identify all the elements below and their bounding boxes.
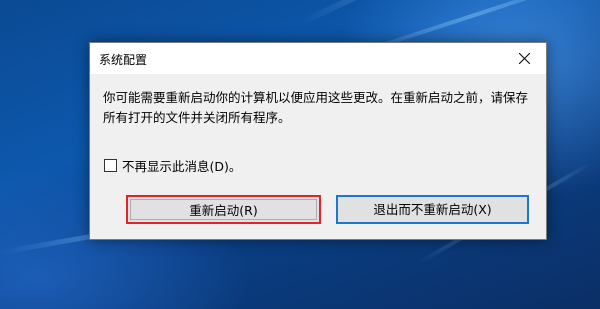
dont-show-again-option[interactable]: 不再显示此消息(D)。 [104, 156, 241, 174]
close-button[interactable] [502, 43, 546, 74]
dont-show-again-label[interactable]: 不再显示此消息(D)。 [122, 156, 241, 175]
dialog-titlebar[interactable]: 系统配置 [90, 43, 546, 74]
dialog-title: 系统配置 [99, 53, 148, 67]
system-config-dialog: 系统配置 你可能需要重新启动你的计算机以便应用这些更改。在重新启动之前，请保存所… [89, 42, 547, 240]
dialog-message: 你可能需要重新启动你的计算机以便应用这些更改。在重新启动之前，请保存所有打开的文… [103, 90, 529, 125]
restart-button[interactable]: 重新启动(R) [126, 195, 321, 224]
dont-show-again-checkbox[interactable] [104, 158, 117, 172]
restart-button-label[interactable]: 重新启动(R) [130, 199, 317, 220]
exit-without-restart-button[interactable]: 退出而不重新启动(X) [336, 195, 529, 224]
close-icon [519, 53, 530, 64]
dialog-body: 你可能需要重新启动你的计算机以便应用这些更改。在重新启动之前，请保存所有打开的文… [90, 74, 546, 239]
